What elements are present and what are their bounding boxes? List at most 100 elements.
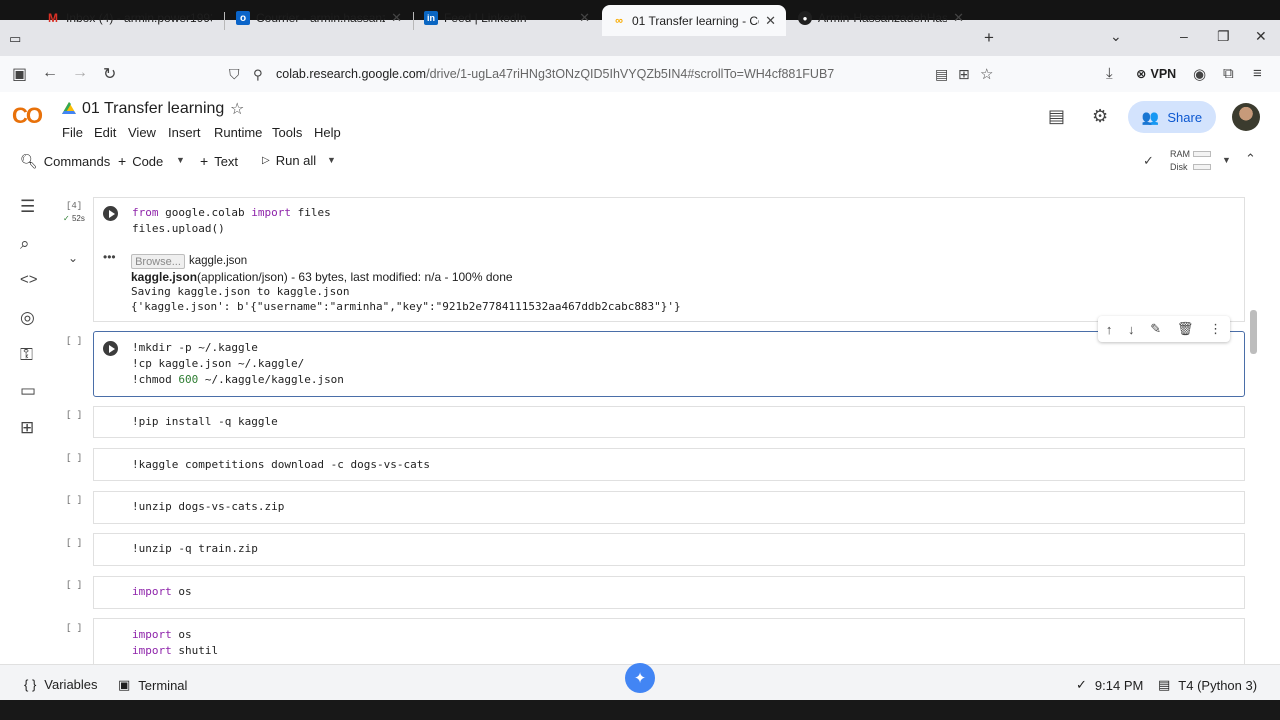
vpn-badge[interactable]: ⊗ VPN — [1136, 66, 1176, 82]
collapse-header-chevron-icon[interactable]: ⌃ — [1245, 151, 1256, 167]
tab-gmail[interactable]: M Inbox (4) - armin.power1993@g — [36, 3, 222, 33]
code-snippets-icon[interactable]: <> — [20, 271, 38, 288]
tab-github[interactable]: ● Armin-HassanzadehHassanaba ✕ — [788, 3, 974, 33]
install-app-icon[interactable]: ⊞ — [958, 66, 970, 83]
code-cell[interactable] — [93, 618, 1245, 664]
run-cell-button[interactable] — [103, 206, 118, 221]
maximize-button[interactable]: ❐ — [1217, 28, 1230, 45]
variables-button[interactable]: { } Variables — [24, 677, 98, 692]
forward-arrow-icon[interactable]: → — [72, 64, 88, 82]
reload-icon[interactable]: ↻ — [103, 64, 116, 84]
extensions-icon[interactable]: ⧉ — [1223, 65, 1234, 82]
site-info-icon[interactable]: ⚲ — [253, 67, 263, 83]
secrets-key-icon[interactable]: ⚿ — [20, 345, 33, 365]
run-cell-button[interactable] — [103, 341, 118, 356]
menu-insert[interactable]: Insert — [168, 125, 201, 140]
tab-separator — [224, 12, 225, 30]
colab-icon: ∞ — [615, 14, 623, 27]
tab-linkedin[interactable]: in Feed | LinkedIn ✕ — [414, 3, 600, 33]
plus-icon: + — [118, 153, 127, 169]
edit-pen-icon[interactable]: ✎ — [1150, 321, 1161, 337]
ram-label: RAM — [1170, 149, 1190, 159]
cell-code-line: !unzip dogs-vs-cats.zip — [132, 500, 285, 513]
add-text-button[interactable]: + Text — [200, 153, 238, 169]
notebook-title[interactable]: 01 Transfer learning — [82, 100, 224, 118]
star-icon[interactable]: ☆ — [230, 99, 244, 119]
table-icon[interactable]: ⊞ — [20, 418, 34, 438]
move-cell-up-icon[interactable]: ↑ — [1106, 322, 1113, 337]
github-icon: ● — [798, 11, 812, 25]
comments-icon[interactable]: ▤ — [1048, 106, 1065, 127]
gemini-sparkle-icon[interactable]: ✦ — [625, 663, 655, 693]
menu-tools[interactable]: Tools — [272, 125, 302, 140]
delete-trash-icon[interactable]: 🗑︎ — [1177, 321, 1194, 337]
browse-button[interactable]: Browse... — [131, 254, 185, 269]
reader-mode-icon[interactable]: ▤ — [935, 66, 948, 83]
commands-button[interactable]: 🔍︎ Commands — [20, 153, 110, 170]
close-window-button[interactable]: ✕ — [1255, 28, 1267, 45]
braces-icon: { } — [24, 677, 37, 692]
find-icon[interactable]: ⌕ — [20, 234, 30, 254]
back-arrow-icon[interactable]: ← — [42, 64, 58, 82]
terminal-button[interactable]: ▣ Terminal — [118, 677, 187, 693]
check-icon: ✓ — [1076, 677, 1087, 692]
settings-gear-icon[interactable]: ⚙ — [1092, 106, 1108, 127]
close-tab-icon[interactable]: ✕ — [579, 10, 590, 26]
close-tab-icon[interactable]: ✕ — [953, 10, 964, 26]
disk-label: Disk — [1170, 162, 1188, 172]
sidebar-toggle-icon[interactable]: ▣ — [12, 64, 27, 84]
menu-edit[interactable]: Edit — [94, 125, 116, 140]
bookmark-star-icon[interactable]: ☆ — [980, 65, 993, 83]
download-icon[interactable]: ⤓ — [1106, 65, 1113, 82]
browser-menu-icon[interactable]: ≡ — [1253, 65, 1262, 82]
runtime-indicator[interactable]: ▤ T4 (Python 3) — [1158, 677, 1257, 693]
menu-file[interactable]: File — [62, 125, 83, 140]
cell-exec-count: [ ] — [66, 410, 83, 420]
share-button[interactable]: 👥 Share — [1128, 101, 1216, 133]
menu-view[interactable]: View — [128, 125, 156, 140]
colab-logo[interactable]: CO — [12, 103, 43, 129]
url-field[interactable]: colab.research.google.com/drive/1-ugLa47… — [276, 67, 834, 81]
gmail-icon: M — [48, 11, 58, 25]
cell-exec-count: [ ] — [66, 538, 83, 548]
variables-icon[interactable]: ◎ — [20, 308, 35, 328]
tab-list-chevron-icon[interactable]: ⌄ — [1110, 28, 1122, 45]
vpn-icon: ⊗ — [1136, 67, 1147, 81]
minimize-button[interactable]: – — [1180, 28, 1188, 44]
move-cell-down-icon[interactable]: ↓ — [1128, 322, 1135, 337]
avatar[interactable] — [1232, 103, 1260, 131]
code-dropdown-caret-icon[interactable]: ▼ — [176, 155, 185, 165]
close-tab-icon[interactable]: ✕ — [391, 10, 402, 26]
notebook-scrollbar[interactable] — [1250, 310, 1257, 354]
plus-icon: + — [200, 153, 209, 169]
close-tab-icon[interactable]: ✕ — [765, 13, 776, 29]
collapse-output-chevron-icon[interactable]: ⌄ — [68, 251, 78, 265]
url-host: colab.research.google.com — [276, 67, 427, 81]
run-all-button[interactable]: ▷ Run all — [262, 153, 316, 168]
tab-outlook[interactable]: o Courrier - armin.hassanzadeh-h ✕ — [226, 3, 412, 33]
profile-icon[interactable]: ◉ — [1193, 65, 1206, 83]
cell-code-line: !pip install -q kaggle — [132, 415, 278, 428]
tab-title: 01 Transfer learning - Colab — [632, 13, 759, 28]
tab-search-icon[interactable]: ▭ — [9, 31, 21, 47]
execution-status[interactable]: ✓ 9:14 PM — [1076, 677, 1143, 693]
run-all-dropdown-caret-icon[interactable]: ▼ — [327, 155, 336, 165]
selected-file-name: kaggle.json — [189, 255, 248, 267]
cell-exec-count: [4] — [66, 201, 83, 211]
menu-help[interactable]: Help — [314, 125, 341, 140]
cell-toolbar: ↑ ↓ ✎ 🗑︎ ⋮ — [1098, 316, 1230, 342]
more-options-icon[interactable]: ⋮ — [1209, 321, 1222, 337]
add-code-button[interactable]: + Code — [118, 153, 163, 169]
shield-icon[interactable]: ⛉ — [229, 66, 240, 83]
upload-file-bold: kaggle.json — [131, 270, 198, 284]
table-of-contents-icon[interactable]: ☰ — [20, 197, 35, 217]
bottom-letterbox — [0, 700, 1280, 720]
resources-dropdown-caret-icon[interactable]: ▼ — [1222, 155, 1231, 165]
code-cell[interactable] — [93, 533, 1245, 566]
files-folder-icon[interactable]: ▭ — [20, 381, 36, 401]
output-more-icon[interactable]: ••• — [103, 250, 116, 264]
tab-colab[interactable]: ∞ 01 Transfer learning - Colab ✕ — [602, 5, 786, 36]
new-tab-button[interactable]: + — [984, 28, 994, 48]
menu-runtime[interactable]: Runtime — [214, 125, 262, 140]
code-cell[interactable] — [93, 576, 1245, 609]
